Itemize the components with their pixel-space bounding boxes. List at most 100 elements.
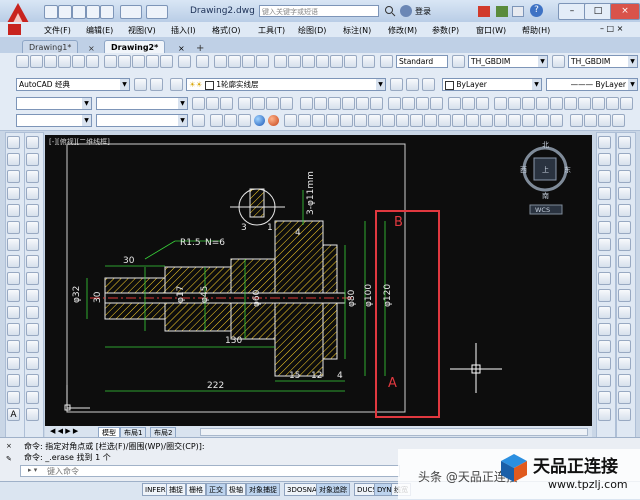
drawing-canvas[interactable]: 30 R1.5 N=6 130 222 15 12 4 φ32 30 φ17 φ… xyxy=(45,135,592,426)
command-input[interactable]: 键入命令 xyxy=(20,465,400,477)
layer-properties-icon[interactable] xyxy=(170,78,183,91)
workspace-icon[interactable] xyxy=(150,78,163,91)
dim-style-icon[interactable] xyxy=(452,55,465,68)
match-properties-icon[interactable] xyxy=(146,55,159,68)
arc-icon[interactable] xyxy=(7,221,20,234)
save-as-icon[interactable] xyxy=(86,5,100,19)
gradient-icon[interactable] xyxy=(7,391,20,404)
extend-icon[interactable] xyxy=(26,306,39,319)
help-dropdown-icon[interactable] xyxy=(512,6,524,17)
maximize-button[interactable]: □ xyxy=(584,3,612,20)
array-icon[interactable] xyxy=(26,204,39,217)
tolerance-icon[interactable] xyxy=(466,114,479,127)
status-ortho[interactable]: 正交 xyxy=(206,483,226,496)
shell-icon[interactable] xyxy=(550,97,563,110)
workspace-select[interactable]: AutoCAD 经典 ▼ xyxy=(16,78,130,91)
snap-midpoint-icon[interactable] xyxy=(598,153,611,166)
properties-icon[interactable] xyxy=(274,55,287,68)
redo-icon[interactable] xyxy=(196,55,209,68)
quick-dim-icon[interactable] xyxy=(396,114,409,127)
tab-close-icon[interactable]: × xyxy=(178,44,185,53)
equal-constraint-icon[interactable] xyxy=(618,391,631,404)
cylinder-icon[interactable] xyxy=(314,97,327,110)
fillet-icon[interactable] xyxy=(26,374,39,387)
ucs-world-icon[interactable] xyxy=(206,97,219,110)
rotate-icon[interactable] xyxy=(26,238,39,251)
orbit-icon[interactable] xyxy=(618,136,631,149)
snap-quadrant-icon[interactable] xyxy=(598,221,611,234)
markup-icon[interactable] xyxy=(330,55,343,68)
inspection-icon[interactable] xyxy=(494,114,507,127)
plot-style-select[interactable]: ▼ xyxy=(16,97,92,110)
object-snap-endpoint-icon[interactable] xyxy=(598,136,611,149)
section-icon[interactable] xyxy=(508,97,521,110)
tab-drawing1[interactable]: Drawing1* xyxy=(22,40,79,54)
publish-icon[interactable] xyxy=(86,55,99,68)
new-icon[interactable] xyxy=(44,5,58,19)
menu-window[interactable]: 窗口(W) xyxy=(476,25,506,36)
snap-node-icon[interactable] xyxy=(598,306,611,319)
offset-icon[interactable] xyxy=(26,187,39,200)
snap-nearest-icon[interactable] xyxy=(598,323,611,336)
layer-previous-icon[interactable] xyxy=(406,78,419,91)
conceptual-icon[interactable] xyxy=(238,114,251,127)
dim-break-icon[interactable] xyxy=(452,114,465,127)
minimize-button[interactable]: – xyxy=(558,3,586,20)
clean-icon[interactable] xyxy=(578,97,591,110)
status-snap[interactable]: 捕捉 xyxy=(166,483,186,496)
snap-intersection-icon[interactable] xyxy=(598,170,611,183)
linetype-select[interactable]: ——— ByLayer ▼ xyxy=(546,78,638,91)
pan-icon[interactable] xyxy=(214,55,227,68)
collinear-icon[interactable] xyxy=(618,221,631,234)
dim-style-manager-icon[interactable] xyxy=(570,114,583,127)
dim-angular-icon[interactable] xyxy=(382,114,395,127)
globe-icon[interactable] xyxy=(254,115,265,126)
constraint-icon[interactable] xyxy=(618,187,631,200)
dim-ordinate-icon[interactable] xyxy=(326,114,339,127)
hatch-icon[interactable] xyxy=(7,374,20,387)
workspace-settings-icon[interactable] xyxy=(134,78,147,91)
dim-arc-icon[interactable] xyxy=(312,114,325,127)
stretch-icon[interactable] xyxy=(26,272,39,285)
mirror-icon[interactable] xyxy=(26,170,39,183)
continuous-orbit-icon[interactable] xyxy=(618,170,631,183)
search-icon[interactable] xyxy=(384,5,396,17)
login-link[interactable]: 登录 xyxy=(415,6,431,17)
extrude-icon[interactable] xyxy=(388,97,401,110)
loft-icon[interactable] xyxy=(430,97,443,110)
render-icon[interactable] xyxy=(266,97,279,110)
print-icon[interactable] xyxy=(100,5,114,19)
tab-close-icon[interactable]: × xyxy=(88,44,95,53)
menu-app-icon[interactable] xyxy=(8,24,21,35)
menu-view[interactable]: 视图(V) xyxy=(128,25,156,36)
snap-extension-icon[interactable] xyxy=(598,187,611,200)
open-icon[interactable] xyxy=(58,5,72,19)
zoom-realtime-icon[interactable] xyxy=(228,55,241,68)
menu-format[interactable]: 格式(O) xyxy=(212,25,241,36)
named-view-select[interactable]: ▼ xyxy=(96,97,188,110)
polyline-icon[interactable] xyxy=(7,170,20,183)
visual-style-select[interactable]: ▼ xyxy=(16,114,92,127)
fix-icon[interactable] xyxy=(618,255,631,268)
erase-icon[interactable] xyxy=(26,136,39,149)
status-otrack[interactable]: 对象追踪 xyxy=(316,483,350,496)
redo-icon[interactable] xyxy=(146,5,168,19)
zoom-window-icon[interactable] xyxy=(242,55,255,68)
menu-help[interactable]: 帮助(H) xyxy=(522,25,550,36)
join-icon[interactable] xyxy=(26,340,39,353)
revcloud-icon[interactable] xyxy=(7,255,20,268)
insert-block-icon[interactable] xyxy=(7,323,20,336)
status-polar[interactable]: 极轴 xyxy=(226,483,246,496)
trim-icon[interactable] xyxy=(26,289,39,302)
dim-continue-icon[interactable] xyxy=(424,114,437,127)
multileader-icon[interactable] xyxy=(584,114,597,127)
color-select[interactable]: ByLayer ▼ xyxy=(442,78,542,91)
table-style-icon[interactable] xyxy=(552,55,565,68)
explode-icon[interactable] xyxy=(26,391,39,404)
geometric-coincident-icon[interactable] xyxy=(618,204,631,217)
snap-center-icon[interactable] xyxy=(598,204,611,217)
blend-icon[interactable] xyxy=(26,408,39,421)
snap-insert-icon[interactable] xyxy=(598,289,611,302)
viewport-label[interactable]: [-][俯视][二维线框] xyxy=(49,137,110,146)
viewport-select[interactable]: ▼ xyxy=(96,114,188,127)
